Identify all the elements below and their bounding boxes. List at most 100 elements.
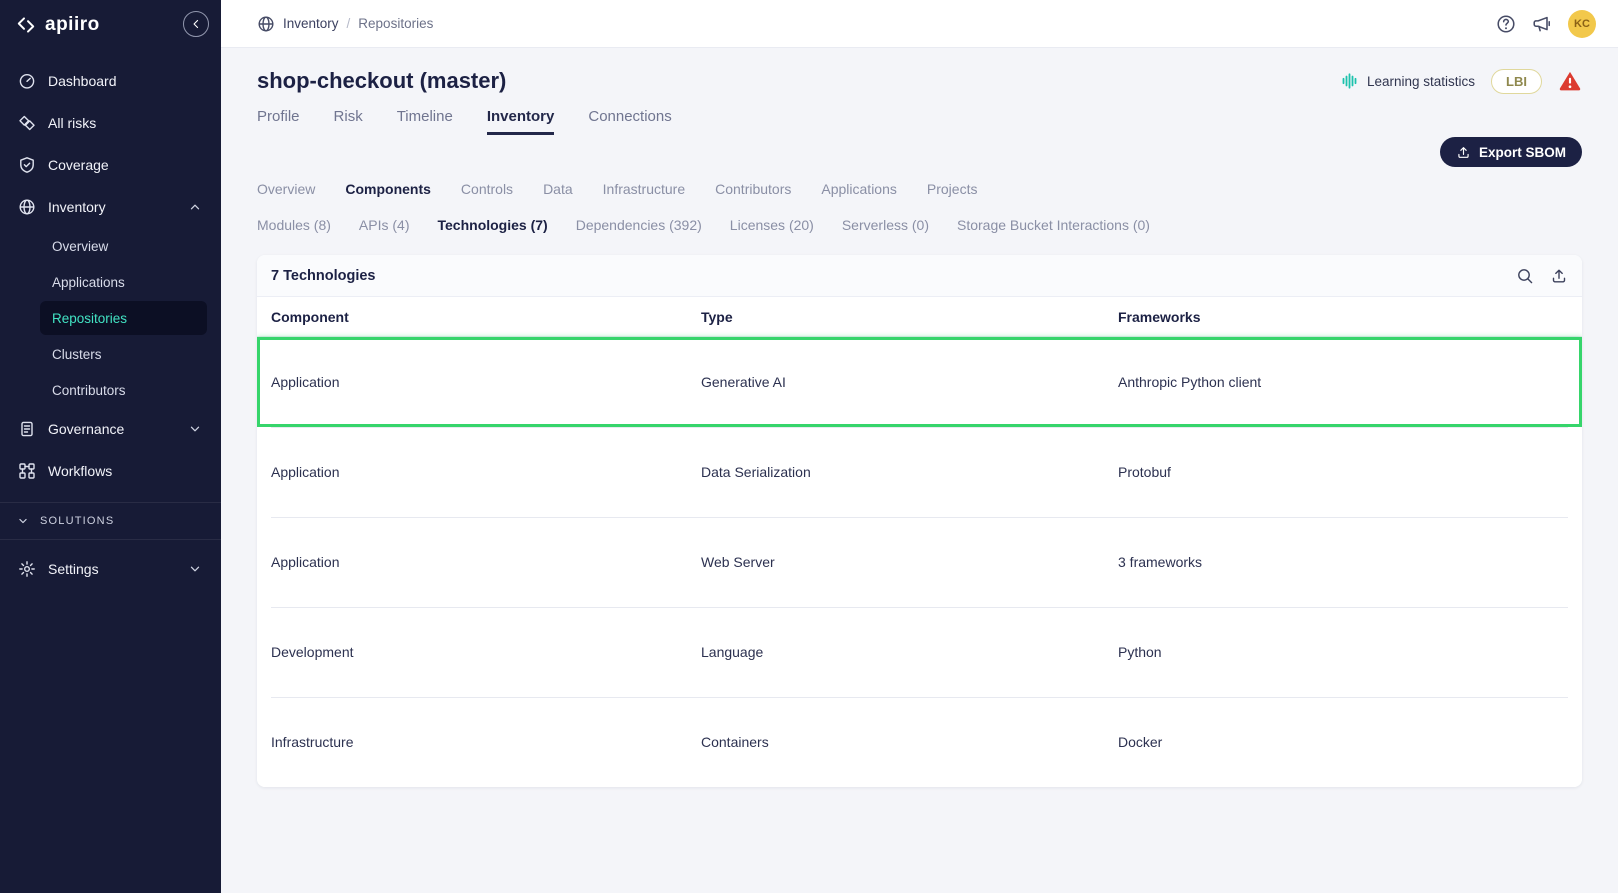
column-header-type: Type — [701, 308, 733, 325]
tab-inventory[interactable]: Inventory — [486, 108, 555, 135]
subtab-overview[interactable]: Overview — [257, 181, 315, 197]
table-header-row: Component Type Frameworks — [257, 297, 1582, 337]
table-row[interactable]: Development Language Python — [257, 607, 1582, 697]
sidebar-item-label: Settings — [48, 561, 99, 577]
subsubtab-serverless-0[interactable]: Serverless (0) — [842, 217, 929, 233]
subtab-data[interactable]: Data — [543, 181, 573, 197]
logo-row: apiiro — [0, 0, 221, 50]
subtab-applications[interactable]: Applications — [821, 181, 897, 197]
table-row[interactable]: Application Data Serialization Protobuf — [257, 427, 1582, 517]
sidebar-item-label: Dashboard — [48, 73, 117, 89]
settings-icon — [18, 560, 36, 578]
content: shop-checkout (master) Learning statisti… — [221, 48, 1618, 893]
sidebar-item-label: Coverage — [48, 157, 109, 173]
chevron-left-icon — [189, 17, 203, 31]
breadcrumb: Inventory / Repositories — [257, 15, 433, 33]
technology-tabs: Modules (8) APIs (4) Technologies (7) Depen… — [257, 217, 1582, 233]
subtab-projects[interactable]: Projects — [927, 181, 978, 197]
primary-tabs: Profile Risk Timeline Inventory Connections — [257, 108, 1582, 135]
table-row[interactable]: Application Web Server 3 frameworks — [257, 517, 1582, 607]
cell-frameworks: 3 frameworks — [1118, 554, 1203, 570]
card-header: 7 Technologies — [257, 255, 1582, 297]
technologies-card: 7 Technologies Component Type Frameworks A… — [257, 255, 1582, 787]
solutions-label: SOLUTIONS — [40, 515, 115, 527]
cell-type: Generative AI — [701, 374, 786, 390]
sidebar-subitem-repositories[interactable]: Repositories — [40, 301, 207, 335]
cell-type: Web Server — [701, 554, 775, 570]
sidebar-item-label: Governance — [48, 421, 125, 437]
sidebar-solutions-toggle[interactable]: SOLUTIONS — [0, 502, 221, 540]
inventory-icon — [18, 198, 36, 216]
table-row[interactable]: Application Generative AI Anthropic Python… — [257, 337, 1582, 427]
tab-connections[interactable]: Connections — [588, 108, 671, 135]
apiiro-logo-text: apiiro — [45, 14, 100, 35]
title-meta: Learning statistics LBI — [1341, 68, 1582, 94]
apiiro-logo-icon — [16, 15, 36, 35]
sidebar-collapse-button[interactable] — [183, 11, 209, 37]
cell-type: Language — [701, 644, 764, 660]
topbar-actions: KC — [1496, 9, 1596, 38]
sidebar-item-governance[interactable]: Governance — [0, 408, 221, 450]
sidebar-subitem-applications[interactable]: Applications — [40, 265, 207, 299]
sidebar-subitem-overview[interactable]: Overview — [40, 229, 207, 263]
coverage-icon — [18, 156, 36, 174]
subtab-contributors[interactable]: Contributors — [715, 181, 791, 197]
search-icon[interactable] — [1516, 267, 1534, 285]
sidebar-item-dashboard[interactable]: Dashboard — [0, 60, 221, 102]
tab-timeline[interactable]: Timeline — [397, 108, 453, 135]
subsubtab-dependencies-392[interactable]: Dependencies (392) — [576, 217, 702, 233]
dashboard-icon — [18, 72, 36, 90]
sidebar-item-inventory[interactable]: Inventory — [0, 186, 221, 228]
sidebar-item-workflows[interactable]: Workflows — [0, 450, 221, 492]
chevron-down-icon — [16, 514, 30, 528]
lbi-badge[interactable]: LBI — [1491, 68, 1542, 94]
export-table-icon[interactable] — [1550, 267, 1568, 285]
sidebar-item-coverage[interactable]: Coverage — [0, 144, 221, 186]
announcements-icon[interactable] — [1532, 14, 1552, 34]
subtab-components[interactable]: Components — [345, 181, 431, 197]
subtab-controls[interactable]: Controls — [461, 181, 513, 197]
governance-icon — [18, 420, 36, 438]
subtab-infrastructure[interactable]: Infrastructure — [603, 181, 685, 197]
subsubtab-technologies-7[interactable]: Technologies (7) — [438, 217, 548, 233]
help-icon[interactable] — [1496, 14, 1516, 34]
stats-icon — [1341, 72, 1359, 90]
sidebar-subitem-contributors[interactable]: Contributors — [40, 373, 207, 407]
cell-frameworks: Docker — [1118, 734, 1163, 750]
component-tabs: Overview Components Controls Data Infrastruc… — [257, 181, 1582, 197]
table-row[interactable]: Infrastructure Containers Docker — [257, 697, 1582, 787]
sidebar-item-all-risks[interactable]: All risks — [0, 102, 221, 144]
subsubtab-licenses-20[interactable]: Licenses (20) — [730, 217, 814, 233]
title-row: shop-checkout (master) Learning statisti… — [257, 68, 1582, 94]
breadcrumb-repositories: Repositories — [358, 16, 434, 31]
cell-component: Application — [271, 464, 340, 480]
card-title: 7 Technologies — [271, 267, 376, 284]
cell-component: Infrastructure — [271, 734, 354, 750]
risks-icon — [18, 114, 36, 132]
warning-icon[interactable] — [1558, 69, 1582, 93]
subsubtab-modules-8[interactable]: Modules (8) — [257, 217, 331, 233]
tab-profile[interactable]: Profile — [257, 108, 300, 135]
avatar[interactable]: KC — [1568, 9, 1596, 38]
chevron-up-icon — [187, 199, 203, 215]
column-header-frameworks: Frameworks — [1118, 308, 1201, 325]
globe-icon — [257, 15, 275, 33]
sidebar-subitem-clusters[interactable]: Clusters — [40, 337, 207, 371]
learning-statistics-button[interactable]: Learning statistics — [1341, 72, 1475, 90]
export-sbom-button[interactable]: Export SBOM — [1439, 137, 1582, 167]
tab-risk[interactable]: Risk — [334, 108, 363, 135]
card-actions — [1516, 267, 1568, 285]
cell-component: Application — [271, 554, 340, 570]
chevron-down-icon — [187, 561, 203, 577]
subsubtab-apis-4[interactable]: APIs (4) — [359, 217, 410, 233]
cell-type: Containers — [701, 734, 769, 750]
cell-frameworks: Python — [1118, 644, 1162, 660]
subsubtab-storage-bucket-interactions-0[interactable]: Storage Bucket Interactions (0) — [957, 217, 1150, 233]
sidebar-item-label: All risks — [48, 115, 97, 131]
topbar: Inventory / Repositories KC — [221, 0, 1618, 48]
sidebar-item-settings[interactable]: Settings — [0, 548, 221, 590]
column-header-component: Component — [271, 308, 349, 325]
export-row: Export SBOM — [257, 137, 1582, 169]
export-sbom-label: Export SBOM — [1478, 144, 1566, 160]
breadcrumb-inventory[interactable]: Inventory — [283, 16, 339, 31]
